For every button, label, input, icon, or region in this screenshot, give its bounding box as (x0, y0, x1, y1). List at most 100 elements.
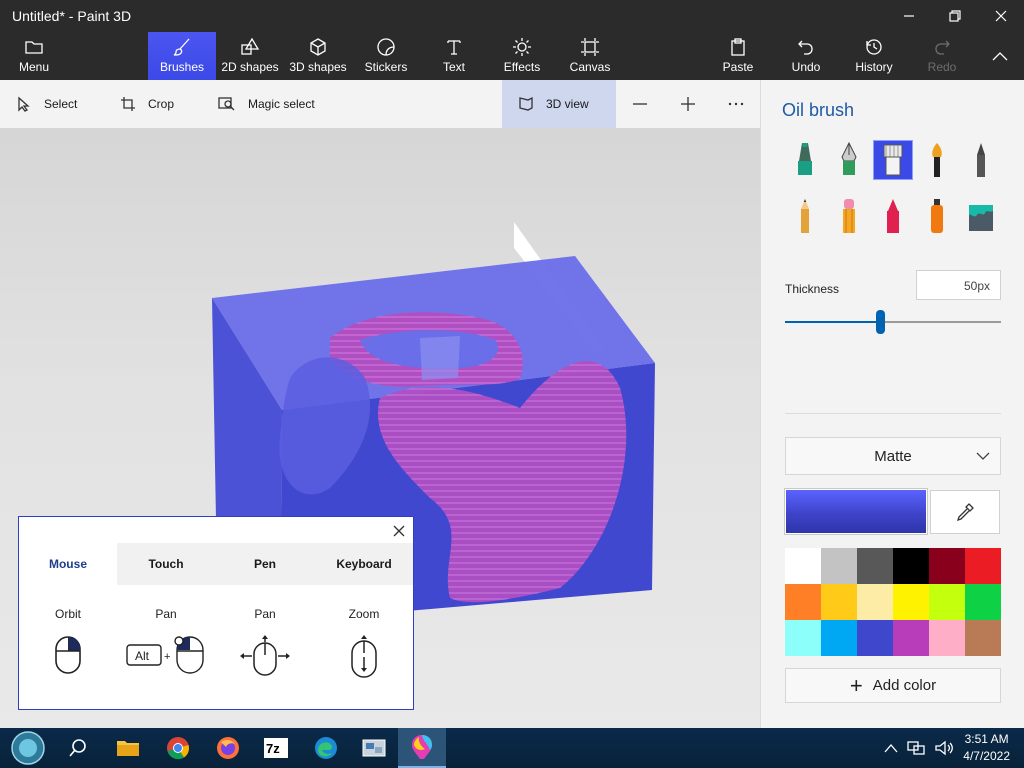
edge-button[interactable] (302, 728, 350, 768)
color-swatch[interactable] (929, 620, 965, 656)
alt-mouse-icon: Alt + (117, 635, 215, 675)
fill-bucket-icon[interactable] (961, 196, 1001, 236)
chevron-down-icon (976, 452, 990, 460)
pencil-icon[interactable] (785, 196, 825, 236)
close-icon (995, 10, 1007, 22)
3d-cube-icon (310, 38, 326, 56)
control-panel-button[interactable] (350, 728, 398, 768)
color-swatch[interactable] (821, 584, 857, 620)
tab-touch[interactable]: Touch (117, 543, 215, 585)
magic-select-button[interactable]: Magic select (218, 80, 315, 128)
color-swatch[interactable] (929, 548, 965, 584)
minus-icon (633, 103, 647, 105)
zoom-out-button[interactable] (630, 80, 650, 128)
2d-shapes-icon (241, 37, 260, 55)
thickness-slider-track[interactable] (785, 321, 1001, 323)
minimize-button[interactable] (886, 0, 932, 32)
pixel-pen-icon[interactable] (961, 140, 1001, 180)
color-swatch[interactable] (893, 620, 929, 656)
sun-icon (513, 38, 531, 56)
color-swatch[interactable] (857, 584, 893, 620)
color-swatch[interactable] (857, 620, 893, 656)
menu-button[interactable]: Menu (8, 32, 60, 80)
add-color-button[interactable]: + Add color (785, 668, 1001, 703)
paint3d-icon (412, 735, 432, 759)
undo-button[interactable]: Undo (782, 32, 830, 80)
thickness-slider-fill (785, 321, 881, 323)
select-button[interactable]: Select (16, 80, 77, 128)
oil-brush-icon[interactable] (873, 140, 913, 180)
color-swatch[interactable] (821, 548, 857, 584)
finish-dropdown[interactable]: Matte (785, 437, 1001, 475)
thickness-slider-thumb[interactable] (876, 310, 886, 334)
current-color-swatch[interactable] (784, 488, 928, 535)
help-action-orbit: Orbit (54, 607, 81, 621)
volume-icon[interactable] (934, 740, 954, 756)
restore-button[interactable] (932, 0, 978, 32)
chrome-button[interactable] (154, 728, 202, 768)
file-explorer-button[interactable] (104, 728, 152, 768)
color-palette (785, 548, 1001, 656)
start-icon (11, 731, 45, 765)
color-swatch[interactable] (965, 584, 1001, 620)
effects-button[interactable]: Effects (498, 32, 546, 80)
clock[interactable]: 3:51 AM 4/7/2022 (963, 731, 1010, 765)
chrome-icon (167, 737, 190, 760)
crayon-icon[interactable] (873, 196, 913, 236)
tab-keyboard[interactable]: Keyboard (315, 543, 413, 585)
color-swatch[interactable] (965, 620, 1001, 656)
color-swatch[interactable] (785, 584, 821, 620)
3d-shapes-button[interactable]: 3D shapes (286, 32, 350, 80)
help-close-button[interactable] (389, 521, 409, 541)
eraser-icon[interactable] (829, 196, 869, 236)
brushes-button[interactable]: Brushes (148, 32, 216, 80)
history-button[interactable]: History (850, 32, 898, 80)
tab-mouse[interactable]: Mouse (19, 543, 117, 585)
sticker-icon (377, 38, 395, 56)
panel-title: Oil brush (782, 100, 855, 120)
more-options-button[interactable] (726, 80, 746, 128)
calligraphy-pen-icon[interactable] (829, 140, 869, 180)
color-swatch[interactable] (893, 548, 929, 584)
minimize-icon (904, 15, 914, 17)
color-swatch[interactable] (893, 584, 929, 620)
tab-pen[interactable]: Pen (216, 543, 314, 585)
watercolor-icon[interactable] (917, 140, 957, 180)
stickers-button[interactable]: Stickers (360, 32, 412, 80)
spray-can-icon[interactable] (917, 196, 957, 236)
3d-view-icon (519, 96, 533, 111)
color-swatch[interactable] (965, 548, 1001, 584)
search-icon (69, 739, 86, 757)
color-swatch[interactable] (821, 620, 857, 656)
paste-button[interactable]: Paste (714, 32, 762, 80)
network-icon[interactable] (907, 740, 925, 756)
color-swatch[interactable] (857, 548, 893, 584)
2d-shapes-button[interactable]: 2D shapes (218, 32, 282, 80)
thickness-input[interactable]: 50px (916, 270, 1001, 300)
3d-view-button[interactable]: 3D view (502, 80, 616, 128)
firefox-button[interactable] (204, 728, 252, 768)
collapse-ribbon-button[interactable] (980, 32, 1020, 80)
color-swatch[interactable] (785, 548, 821, 584)
restore-icon (949, 10, 961, 22)
crop-button[interactable]: Crop (120, 80, 174, 128)
search-button[interactable] (54, 728, 102, 768)
redo-button[interactable]: Redo (918, 32, 966, 80)
color-swatch[interactable] (929, 584, 965, 620)
marker-icon[interactable] (785, 140, 825, 180)
help-action-zoom: Zoom (348, 607, 380, 621)
7zip-button[interactable]: 7z (252, 728, 300, 768)
color-swatch[interactable] (785, 620, 821, 656)
thickness-label: Thickness (785, 282, 840, 296)
text-button[interactable]: Text (430, 32, 478, 80)
navigation-help-panel: Mouse Touch Pen Keyboard Orbit Pan Pan Z… (18, 516, 414, 710)
canvas-button[interactable]: Canvas (566, 32, 614, 80)
start-button[interactable] (4, 728, 52, 768)
canvas-icon (581, 38, 599, 56)
eyedropper-button[interactable] (930, 490, 1000, 534)
paint3d-taskbar-button[interactable] (398, 728, 446, 768)
zoom-in-button[interactable] (678, 80, 698, 128)
folder-icon (25, 41, 43, 54)
chevron-up-icon[interactable] (884, 743, 898, 753)
close-button[interactable] (978, 0, 1024, 32)
